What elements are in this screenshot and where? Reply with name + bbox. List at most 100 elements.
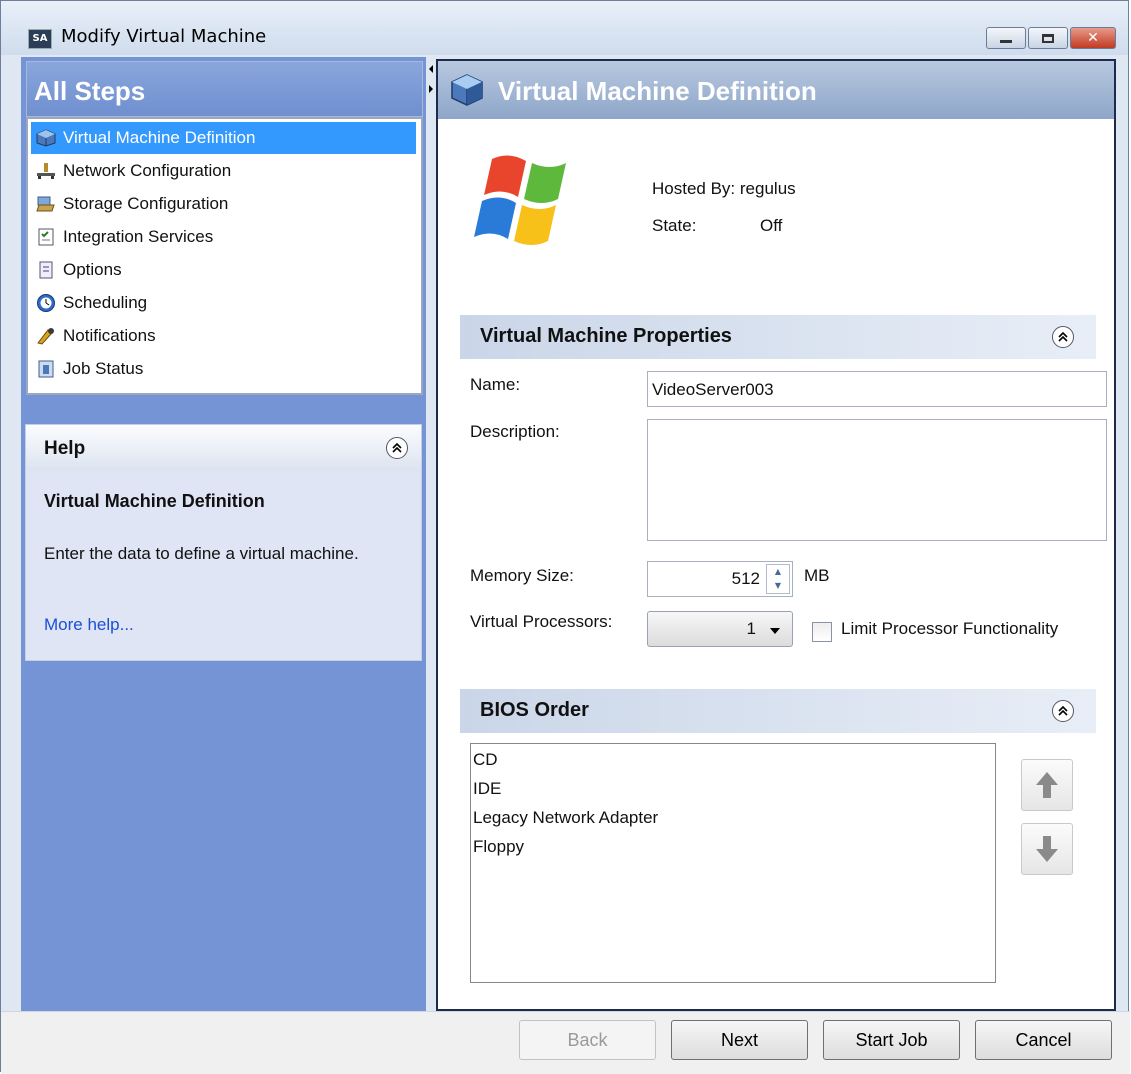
limit-processor-label[interactable]: Limit Processor Functionality xyxy=(841,619,1058,639)
window-controls: ✕ xyxy=(986,27,1116,49)
spin-down-icon[interactable]: ▼ xyxy=(767,579,789,593)
main-panel: Virtual Machine Definition Hosted By: re… xyxy=(436,59,1116,1011)
hosted-by-label: Hosted By: xyxy=(652,179,736,198)
arrow-up-icon xyxy=(1036,772,1058,798)
step-network-configuration[interactable]: Network Configuration xyxy=(31,155,416,187)
step-job-status[interactable]: Job Status xyxy=(31,353,416,385)
all-steps-header: All Steps xyxy=(26,61,423,117)
collapse-bios-button[interactable] xyxy=(1052,700,1074,722)
state-value: Off xyxy=(760,216,783,235)
spin-up-icon[interactable]: ▲ xyxy=(767,565,789,579)
step-virtual-machine-definition[interactable]: Virtual Machine Definition xyxy=(31,122,416,154)
bios-item-ide[interactable]: IDE xyxy=(473,779,501,799)
all-steps-title: All Steps xyxy=(34,76,146,106)
dropdown-caret-icon xyxy=(770,628,780,634)
virtual-processors-dropdown[interactable]: 1 xyxy=(647,611,793,647)
step-label: Options xyxy=(63,260,122,279)
collapse-help-button[interactable] xyxy=(386,437,408,459)
limit-processor-checkbox[interactable] xyxy=(812,622,832,642)
clock-icon xyxy=(35,293,57,313)
close-icon: ✕ xyxy=(1087,30,1099,46)
vm-cube-icon xyxy=(35,128,57,148)
step-label: Storage Configuration xyxy=(63,194,229,213)
left-panel: All Steps Virtual Machine Definition Net… xyxy=(21,57,426,1011)
back-button[interactable]: Back xyxy=(519,1020,656,1060)
step-label: Scheduling xyxy=(63,293,148,312)
step-label: Network Configuration xyxy=(63,161,232,180)
more-help-link[interactable]: More help... xyxy=(44,615,134,635)
hosted-by: Hosted By: regulus xyxy=(652,179,796,199)
bios-order-list[interactable]: CD IDE Legacy Network Adapter Floppy xyxy=(470,743,996,983)
help-topic-title: Virtual Machine Definition xyxy=(44,491,265,511)
chevron-up-double-icon xyxy=(1058,705,1068,716)
steps-list: Virtual Machine Definition Network Confi… xyxy=(26,117,423,395)
help-text: Enter the data to define a virtual machi… xyxy=(44,544,359,563)
window-title: Modify Virtual Machine xyxy=(61,26,267,47)
virtual-processors-label: Virtual Processors: xyxy=(470,612,613,631)
step-options[interactable]: Options xyxy=(31,254,416,286)
modify-vm-window: SA Modify Virtual Machine ✕ All Steps Vi… xyxy=(0,0,1130,1074)
name-value: VideoServer003 xyxy=(652,380,774,399)
vm-properties-title: Virtual Machine Properties xyxy=(480,325,732,347)
bios-item-legacy-network-adapter[interactable]: Legacy Network Adapter xyxy=(473,808,658,828)
collapse-properties-button[interactable] xyxy=(1052,326,1074,348)
job-status-icon xyxy=(35,359,57,379)
maximize-button[interactable] xyxy=(1028,27,1068,49)
step-label: Virtual Machine Definition xyxy=(63,128,256,147)
minimize-icon xyxy=(1000,39,1012,43)
step-notifications[interactable]: Notifications xyxy=(31,320,416,352)
step-label: Integration Services xyxy=(63,227,214,246)
vm-properties-section-header: Virtual Machine Properties xyxy=(460,315,1096,359)
memory-size-label: Memory Size: xyxy=(470,566,574,585)
memory-size-stepper[interactable]: 512 ▲ ▼ xyxy=(647,561,793,597)
vm-cube-icon xyxy=(451,74,483,106)
memory-spin-arrows: ▲ ▼ xyxy=(766,564,790,594)
step-integration-services[interactable]: Integration Services xyxy=(31,221,416,253)
collapse-left-arrow-icon[interactable] xyxy=(429,65,433,73)
name-label: Name: xyxy=(470,375,521,394)
title-bar: SA Modify Virtual Machine ✕ xyxy=(1,1,1128,55)
network-icon xyxy=(35,161,57,181)
windows-logo-icon xyxy=(474,155,566,245)
arrow-down-icon xyxy=(1036,836,1058,862)
chevron-up-double-icon xyxy=(1058,331,1068,342)
step-label: Notifications xyxy=(63,326,156,345)
hosted-by-value: regulus xyxy=(739,179,796,198)
maximize-icon xyxy=(1042,33,1054,43)
bios-order-title: BIOS Order xyxy=(480,699,589,721)
checklist-icon xyxy=(35,227,57,247)
storage-icon xyxy=(35,194,57,214)
description-input[interactable] xyxy=(647,419,1107,541)
move-down-button[interactable] xyxy=(1021,823,1073,875)
state-label: State: xyxy=(652,216,697,235)
expand-right-arrow-icon[interactable] xyxy=(429,85,433,93)
virtual-processors-value: 1 xyxy=(746,619,756,638)
step-label: Job Status xyxy=(63,359,144,378)
app-icon: SA xyxy=(28,29,52,49)
chevron-up-double-icon xyxy=(392,442,402,453)
help-panel: Help Virtual Machine Definition Enter th… xyxy=(25,424,422,661)
options-icon xyxy=(35,260,57,280)
close-button[interactable]: ✕ xyxy=(1070,27,1116,49)
notification-icon xyxy=(35,326,57,346)
button-bar: Back Next Start Job Cancel xyxy=(1,1011,1130,1074)
bios-order-section-header: BIOS Order xyxy=(460,689,1096,733)
next-button[interactable]: Next xyxy=(671,1020,808,1060)
name-input[interactable]: VideoServer003 xyxy=(647,371,1107,407)
help-header: Help xyxy=(26,425,421,471)
description-label: Description: xyxy=(470,422,560,441)
bios-item-cd[interactable]: CD xyxy=(473,750,498,770)
step-storage-configuration[interactable]: Storage Configuration xyxy=(31,188,416,220)
move-up-button[interactable] xyxy=(1021,759,1073,811)
main-header-title: Virtual Machine Definition xyxy=(498,76,817,106)
main-header: Virtual Machine Definition xyxy=(438,61,1114,119)
cancel-button[interactable]: Cancel xyxy=(975,1020,1112,1060)
step-scheduling[interactable]: Scheduling xyxy=(31,287,416,319)
memory-unit: MB xyxy=(804,566,830,585)
panel-splitter[interactable] xyxy=(426,57,436,1011)
help-header-title: Help xyxy=(44,438,86,459)
memory-size-value: 512 xyxy=(731,569,760,588)
bios-item-floppy[interactable]: Floppy xyxy=(473,837,524,857)
start-job-button[interactable]: Start Job xyxy=(823,1020,960,1060)
minimize-button[interactable] xyxy=(986,27,1026,49)
